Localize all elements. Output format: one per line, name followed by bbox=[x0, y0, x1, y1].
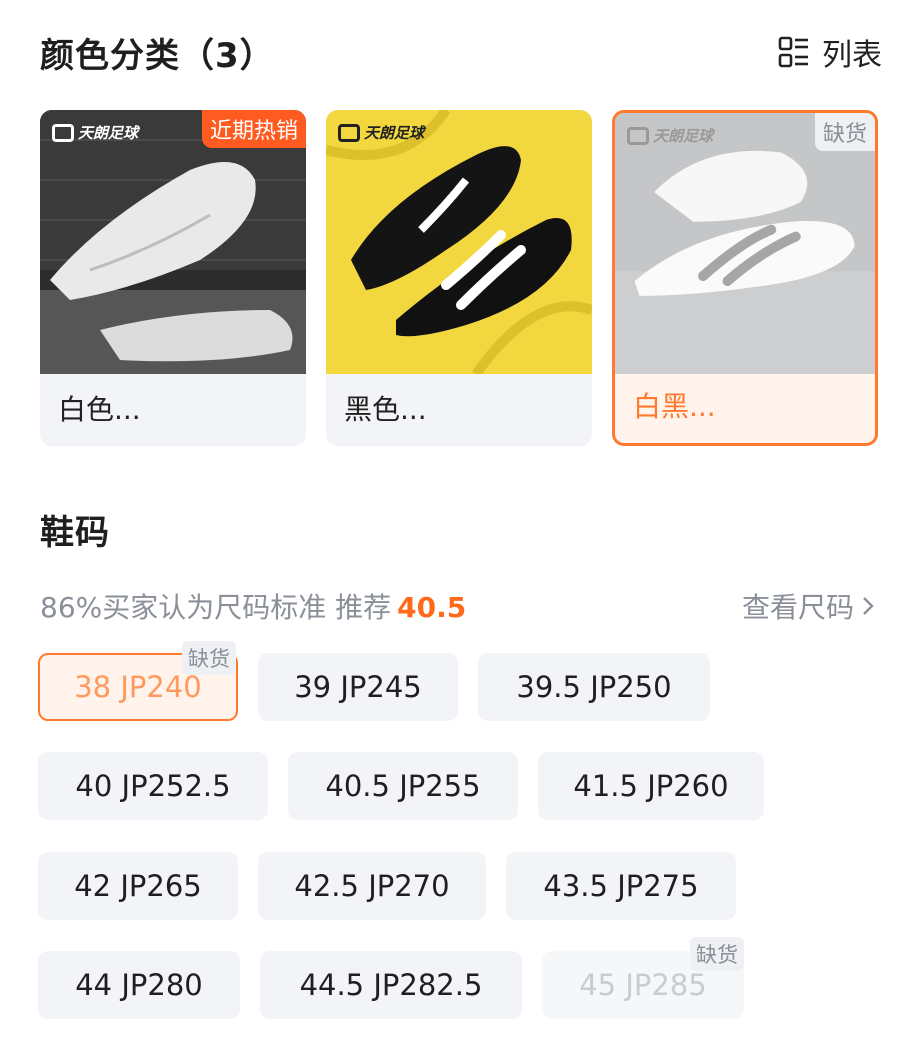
out-of-stock-badge: 缺货 bbox=[814, 113, 875, 151]
size-guide-link[interactable]: 查看尺码 bbox=[742, 586, 876, 626]
product-image-white bbox=[40, 110, 306, 374]
size-option[interactable]: 39 JP245 bbox=[258, 653, 458, 721]
recommended-size: 40.5 bbox=[397, 591, 467, 624]
brand-logo-icon bbox=[627, 126, 649, 145]
color-option-label: 黑色... bbox=[344, 393, 427, 426]
watermark: 天朗足球 bbox=[338, 122, 424, 143]
size-option[interactable]: 40 JP252.5 bbox=[38, 752, 268, 820]
list-view-label: 列表 bbox=[822, 38, 882, 73]
chevron-right-icon bbox=[863, 597, 874, 615]
product-image-black bbox=[326, 110, 592, 374]
brand-logo-icon bbox=[338, 123, 360, 142]
size-option-unavailable[interactable]: 45 JP285 缺货 bbox=[542, 937, 744, 1019]
color-option-white[interactable]: 天朗足球 近期热销 白色... bbox=[40, 110, 306, 446]
list-view-toggle[interactable]: 列表 bbox=[778, 30, 882, 74]
color-option-label: 白色... bbox=[58, 393, 141, 426]
size-option[interactable]: 44 JP280 bbox=[38, 951, 240, 1019]
size-option[interactable]: 39.5 JP250 bbox=[478, 653, 710, 721]
watermark: 天朗足球 bbox=[627, 125, 713, 146]
watermark: 天朗足球 bbox=[52, 122, 138, 143]
color-option-label: 白黑... bbox=[633, 390, 716, 423]
unavailable-overlay bbox=[615, 113, 875, 374]
hot-seller-badge: 近期热销 bbox=[201, 110, 306, 148]
product-image-white-black bbox=[615, 113, 875, 374]
size-option[interactable]: 42 JP265 bbox=[38, 852, 238, 920]
color-option-white-black[interactable]: 天朗足球 缺货 白黑... bbox=[612, 110, 878, 446]
size-option[interactable]: 42.5 JP270 bbox=[258, 852, 486, 920]
color-option-black[interactable]: 天朗足球 黑色... bbox=[326, 110, 592, 446]
list-view-icon bbox=[778, 36, 808, 68]
out-of-stock-badge: 缺货 bbox=[690, 937, 744, 971]
size-option[interactable]: 44.5 JP282.5 bbox=[260, 951, 522, 1019]
color-section-title: 颜色分类（3） bbox=[40, 36, 275, 76]
size-fit-info: 86%买家认为尺码标准 推荐 40.5 bbox=[40, 591, 467, 624]
size-option[interactable]: 41.5 JP260 bbox=[538, 752, 764, 820]
out-of-stock-badge: 缺货 bbox=[182, 641, 236, 675]
size-option[interactable]: 40.5 JP255 bbox=[288, 752, 518, 820]
size-option[interactable]: 38 JP240 缺货 bbox=[38, 641, 238, 721]
size-section-title: 鞋码 bbox=[40, 513, 110, 553]
brand-logo-icon bbox=[52, 123, 74, 142]
size-option[interactable]: 43.5 JP275 bbox=[506, 852, 736, 920]
